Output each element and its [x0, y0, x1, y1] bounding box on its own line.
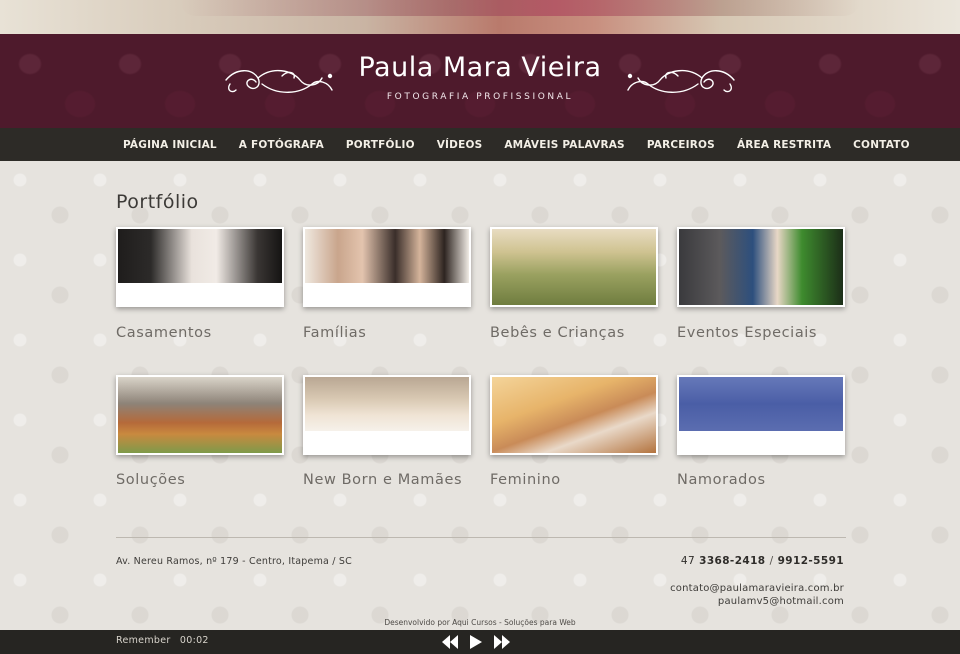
nav-item-parceiros[interactable]: PARCEIROS	[647, 139, 715, 151]
nav-item-portfolio[interactable]: PORTFÓLIO	[346, 139, 415, 151]
gallery-label-eventos-especiais[interactable]: Eventos Especiais	[677, 325, 817, 341]
gallery-label-solucoes[interactable]: Soluções	[116, 472, 185, 488]
page-title: Portfólio	[116, 191, 199, 213]
player-controls	[442, 634, 522, 650]
gallery-card-new-born[interactable]	[303, 375, 471, 455]
nav-item-a-fotografa[interactable]: A FOTÓGRAFA	[239, 139, 324, 151]
footer-divider	[116, 537, 846, 538]
gallery-thumb-familias	[305, 229, 469, 283]
footer-email-1[interactable]: contato@paulamaravieira.com.br	[670, 583, 844, 594]
fast-forward-icon[interactable]	[494, 635, 510, 649]
footer-phones: 47 3368-2418 / 9912-5591	[681, 555, 844, 567]
play-icon[interactable]	[470, 635, 482, 649]
gallery-label-feminino[interactable]: Feminino	[490, 472, 561, 488]
nav-item-amaveis-palavras[interactable]: AMÁVEIS PALAVRAS	[504, 139, 624, 151]
gallery-card-familias[interactable]	[303, 227, 471, 307]
gallery-thumb-eventos-especiais	[679, 229, 843, 305]
gallery-thumb-feminino	[492, 377, 656, 453]
footer-address: Av. Nereu Ramos, nº 179 - Centro, Itapem…	[116, 556, 352, 567]
gallery-label-familias[interactable]: Famílias	[303, 325, 366, 341]
phone-prefix: 47	[680, 555, 696, 567]
site-header: Paula Mara Vieira FOTOGRAFIA PROFISSIONA…	[0, 34, 960, 128]
gallery-card-solucoes[interactable]	[116, 375, 284, 455]
gallery-card-bebes-criancas[interactable]	[490, 227, 658, 307]
gallery-thumb-new-born	[305, 377, 469, 431]
gallery-thumb-namorados	[679, 377, 843, 431]
footer-credit[interactable]: Desenvolvido por Aqui Cursos - Soluções …	[0, 618, 960, 627]
gallery-thumb-casamentos	[118, 229, 282, 283]
footer-email-2[interactable]: paulamv5@hotmail.com	[718, 596, 844, 607]
phone-2: 9912-5591	[777, 555, 844, 567]
flourish-right-icon	[627, 70, 735, 93]
gallery-label-bebes-criancas[interactable]: Bebês e Crianças	[490, 325, 625, 341]
rewind-icon[interactable]	[442, 635, 458, 649]
gallery-label-namorados[interactable]: Namorados	[677, 472, 766, 488]
gallery-thumb-solucoes	[118, 377, 282, 453]
gallery-label-new-born[interactable]: New Born e Mamães	[303, 472, 462, 488]
gallery-card-namorados[interactable]	[677, 375, 845, 455]
flourish-left-icon	[225, 70, 333, 93]
phone-1: 3368-2418	[699, 555, 766, 567]
gallery-thumb-bebes-criancas	[492, 229, 656, 305]
gallery-card-casamentos[interactable]	[116, 227, 284, 307]
phone-separator: /	[769, 555, 774, 567]
main-nav: PÁGINA INICIAL A FOTÓGRAFA PORTFÓLIO VÍD…	[0, 128, 960, 161]
site-subtitle: FOTOGRAFIA PROFISSIONAL	[386, 92, 574, 102]
nav-item-area-restrita[interactable]: ÁREA RESTRITA	[737, 139, 831, 151]
nav-item-contato[interactable]: CONTATO	[853, 139, 910, 151]
player-track-info: Remember 00:02	[116, 635, 209, 646]
header-banner-photo	[0, 0, 960, 34]
gallery-label-casamentos[interactable]: Casamentos	[116, 325, 212, 341]
gallery-card-eventos-especiais[interactable]	[677, 227, 845, 307]
player-time: 00:02	[179, 635, 209, 646]
player-track-title: Remember	[116, 635, 171, 646]
music-player: Remember 00:02	[0, 630, 960, 654]
nav-item-pagina-inicial[interactable]: PÁGINA INICIAL	[123, 139, 217, 151]
logo[interactable]: Paula Mara Vieira FOTOGRAFIA PROFISSIONA…	[0, 34, 960, 128]
nav-item-videos[interactable]: VÍDEOS	[437, 139, 483, 151]
site-title: Paula Mara Vieira	[358, 52, 602, 83]
gallery-card-feminino[interactable]	[490, 375, 658, 455]
